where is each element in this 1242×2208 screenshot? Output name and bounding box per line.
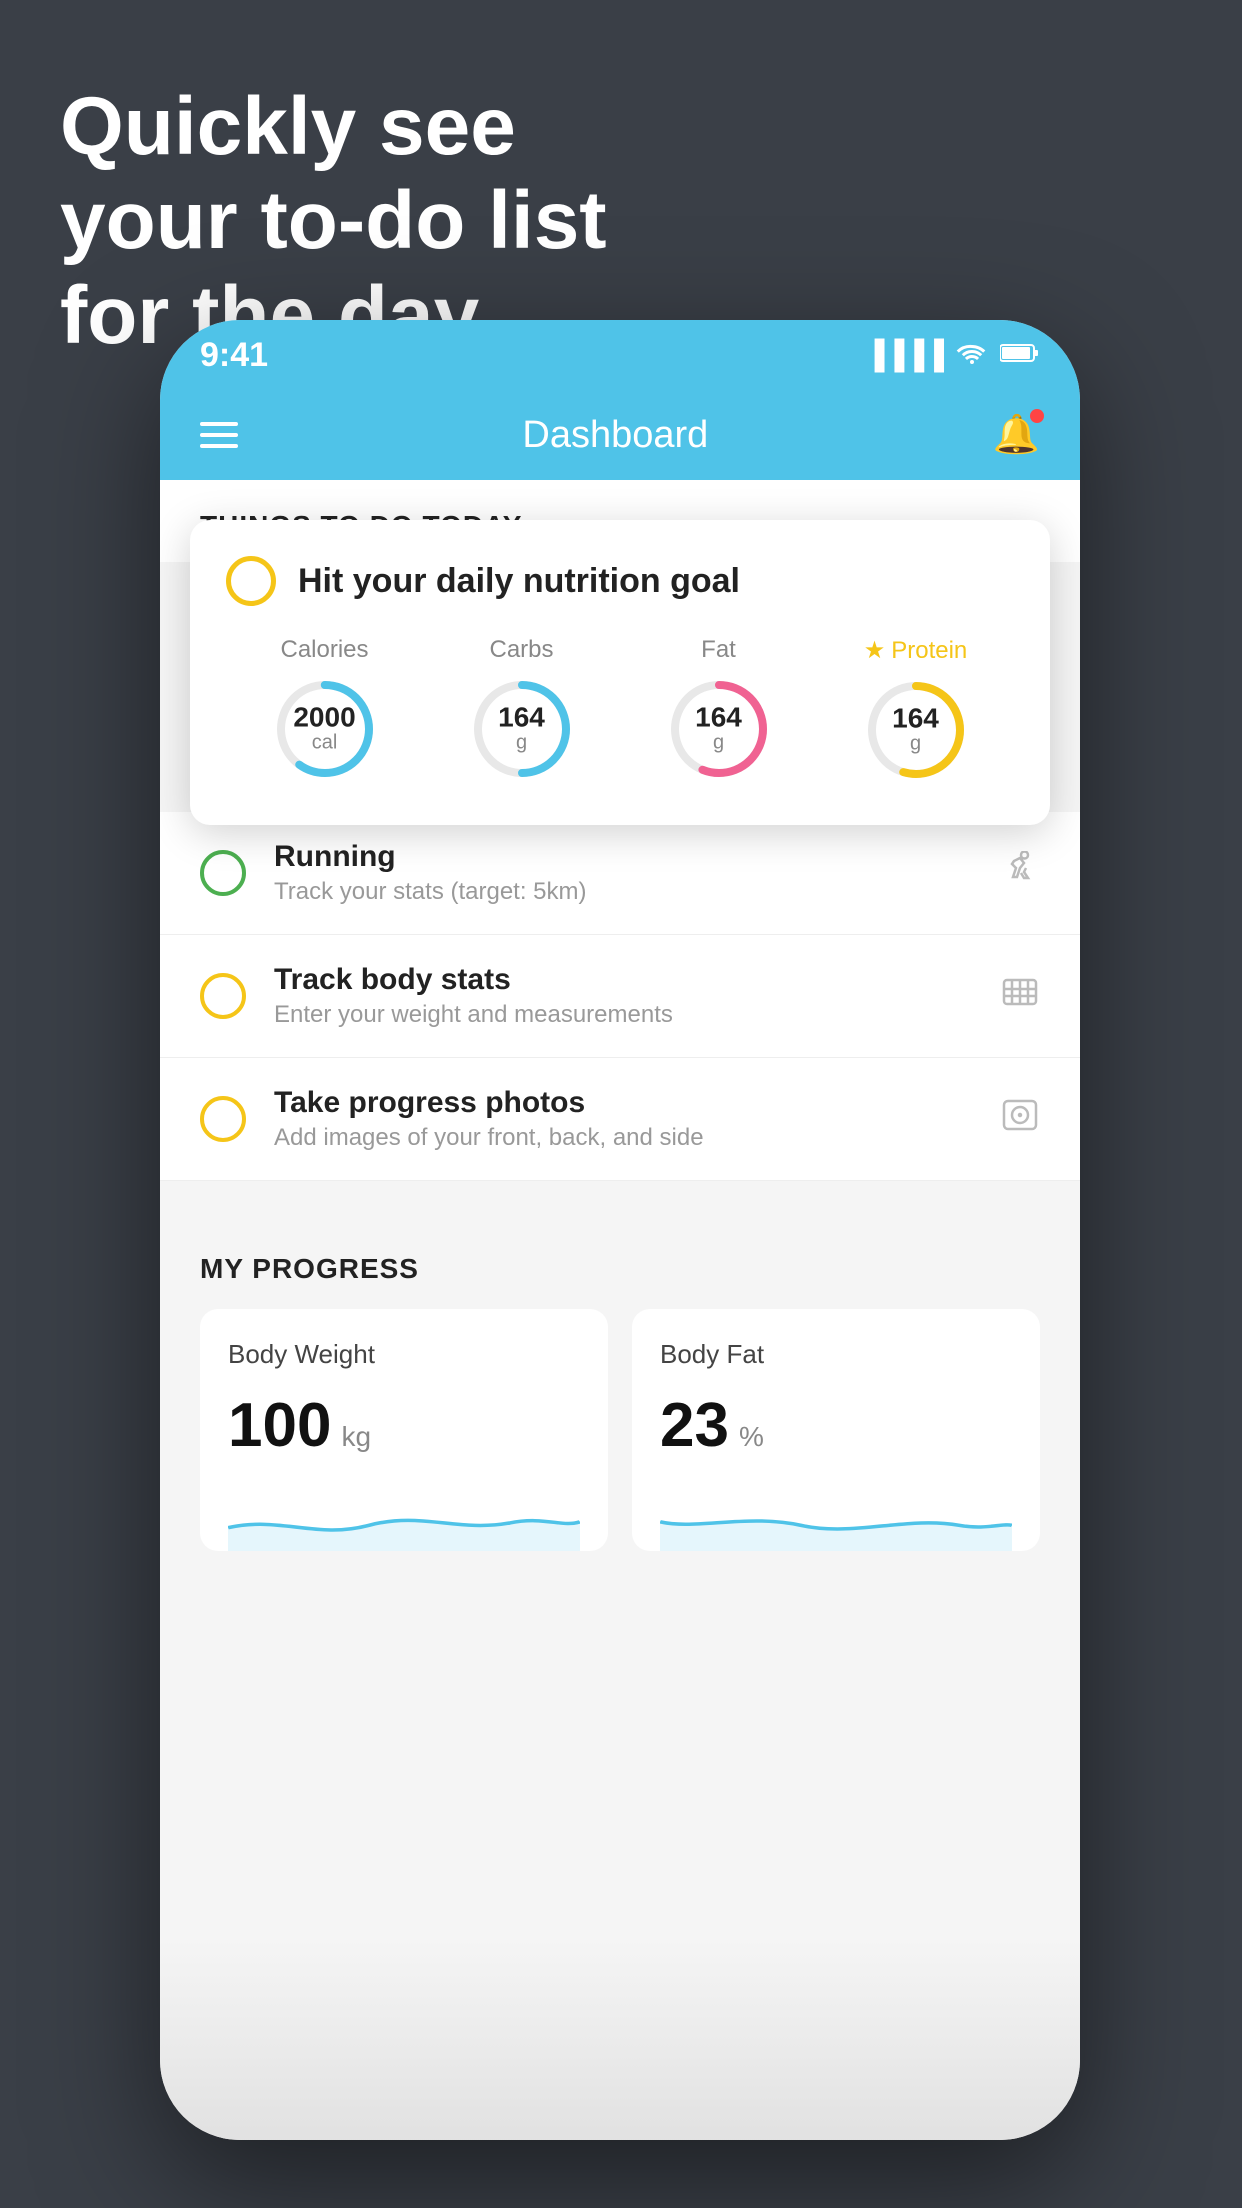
status-time: 9:41	[200, 336, 268, 375]
todo-item-progress-photos[interactable]: Take progress photos Add images of your …	[160, 1058, 1080, 1181]
bottom-shadow	[160, 1940, 1080, 2140]
nutrition-macros: Calories 2000 cal Carbs	[226, 636, 1014, 785]
body-weight-number: 100	[228, 1390, 331, 1461]
todo-text-running: Running Track your stats (target: 5km)	[274, 840, 972, 906]
notification-dot	[1030, 409, 1044, 423]
todo-text-progress-photos: Take progress photos Add images of your …	[274, 1086, 972, 1152]
app-content: THINGS TO DO TODAY Hit your daily nutrit…	[160, 480, 1080, 2140]
macro-fat: Fat 164 g	[664, 636, 774, 784]
body-weight-value: 100 kg	[228, 1390, 580, 1461]
progress-cards: Body Weight 100 kg Body Fat	[200, 1309, 1040, 1551]
todo-name-running: Running	[274, 840, 972, 874]
macro-carbs-ring: 164 g	[467, 674, 577, 784]
body-weight-unit: kg	[341, 1421, 371, 1453]
body-weight-chart	[228, 1481, 580, 1551]
todo-circle-progress-photos	[200, 1096, 246, 1142]
macro-calories-label: Calories	[280, 636, 368, 664]
menu-icon[interactable]	[200, 422, 238, 448]
signal-icon: ▐▐▐▐	[865, 339, 944, 371]
todo-list: Running Track your stats (target: 5km) T…	[160, 812, 1080, 1181]
progress-section-title: MY PROGRESS	[200, 1253, 1040, 1285]
todo-desc-body-stats: Enter your weight and measurements	[274, 1001, 972, 1029]
nutrition-card[interactable]: Hit your daily nutrition goal Calories 2…	[190, 520, 1050, 825]
macro-carbs-label: Carbs	[489, 636, 553, 664]
progress-card-fat[interactable]: Body Fat 23 %	[632, 1309, 1040, 1551]
body-stats-icon	[1000, 974, 1040, 1019]
headline-line1: Quickly see	[60, 81, 516, 172]
phone-frame: 9:41 ▐▐▐▐ Dashboard 🔔	[160, 320, 1080, 2140]
progress-photos-icon	[1000, 1097, 1040, 1142]
body-fat-title: Body Fat	[660, 1339, 1012, 1370]
todo-text-body-stats: Track body stats Enter your weight and m…	[274, 963, 972, 1029]
body-fat-value: 23 %	[660, 1390, 1012, 1461]
body-fat-chart	[660, 1481, 1012, 1551]
todo-name-progress-photos: Take progress photos	[274, 1086, 972, 1120]
todo-desc-running: Track your stats (target: 5km)	[274, 878, 972, 906]
star-icon: ★	[864, 636, 886, 665]
running-icon	[1000, 851, 1040, 896]
todo-circle-running	[200, 850, 246, 896]
body-fat-unit: %	[739, 1421, 764, 1453]
macro-fat-ring: 164 g	[664, 674, 774, 784]
macro-protein-ring: 164 g	[861, 675, 971, 785]
macro-calories-ring: 2000 cal	[270, 674, 380, 784]
macro-protein: ★ Protein 164 g	[861, 636, 971, 785]
todo-item-running[interactable]: Running Track your stats (target: 5km)	[160, 812, 1080, 935]
macro-calories: Calories 2000 cal	[270, 636, 380, 784]
nav-title: Dashboard	[522, 414, 708, 457]
macro-protein-label: ★ Protein	[864, 636, 968, 665]
status-icons: ▐▐▐▐	[865, 339, 1040, 371]
nutrition-check-circle	[226, 556, 276, 606]
macro-fat-label: Fat	[701, 636, 736, 664]
todo-desc-progress-photos: Add images of your front, back, and side	[274, 1124, 972, 1152]
body-weight-title: Body Weight	[228, 1339, 580, 1370]
bell-icon[interactable]: 🔔	[993, 413, 1040, 457]
progress-card-weight[interactable]: Body Weight 100 kg	[200, 1309, 608, 1551]
nav-bar: Dashboard 🔔	[160, 390, 1080, 480]
battery-icon	[1000, 339, 1040, 371]
body-fat-number: 23	[660, 1390, 729, 1461]
headline-line2: your to-do list	[60, 175, 607, 266]
todo-item-body-stats[interactable]: Track body stats Enter your weight and m…	[160, 935, 1080, 1058]
todo-circle-body-stats	[200, 973, 246, 1019]
nutrition-card-title: Hit your daily nutrition goal	[298, 562, 740, 601]
progress-section: MY PROGRESS Body Weight 100 kg	[160, 1217, 1080, 1551]
nutrition-card-header: Hit your daily nutrition goal	[226, 556, 1014, 606]
status-bar: 9:41 ▐▐▐▐	[160, 320, 1080, 390]
wifi-icon	[956, 339, 988, 371]
todo-name-body-stats: Track body stats	[274, 963, 972, 997]
macro-carbs: Carbs 164 g	[467, 636, 577, 784]
